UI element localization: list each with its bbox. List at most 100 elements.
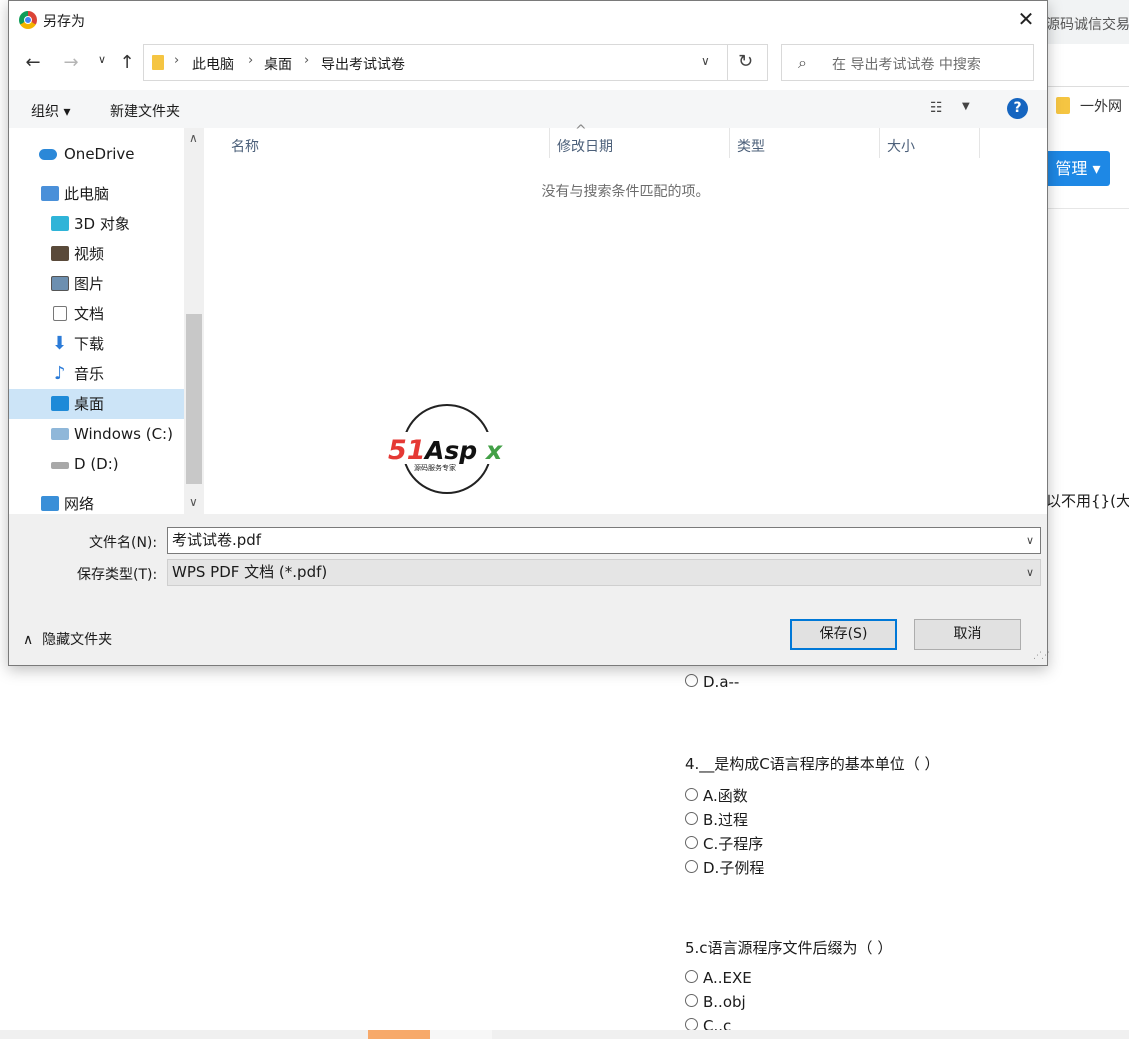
column-header-type[interactable]: 类型	[737, 136, 765, 156]
chevron-down-icon[interactable]: ∨	[1026, 528, 1034, 553]
file-type-value: WPS PDF 文档 (*.pdf)	[172, 563, 328, 581]
nav-item-documents[interactable]: 文档	[9, 299, 184, 329]
option-label: B.过程	[703, 811, 749, 829]
option-item[interactable]: B.过程	[685, 809, 748, 830]
caret-down-icon: ▾	[1092, 159, 1101, 178]
nav-item-this-pc[interactable]: 此电脑	[9, 179, 184, 209]
nav-item-drive-c[interactable]: Windows (C:)	[9, 419, 184, 449]
view-options-icon[interactable]: ☷	[930, 100, 943, 116]
file-type-label: 保存类型(T):	[77, 567, 158, 583]
cloud-icon	[39, 149, 57, 160]
save-button[interactable]: 保存(S)	[790, 619, 897, 650]
search-input[interactable]: 在 导出考试试卷 中搜索	[832, 54, 981, 74]
manage-button[interactable]: 管理 ▾	[1046, 151, 1110, 186]
chevron-right-icon[interactable]: ›	[304, 53, 309, 68]
hide-folders-toggle[interactable]: ∧ 隐藏文件夹	[23, 629, 112, 649]
nav-item-videos[interactable]: 视频	[9, 239, 184, 269]
manage-button-label: 管理	[1055, 159, 1088, 178]
column-header-date[interactable]: 修改日期	[557, 136, 613, 156]
option-item[interactable]: D.子例程	[685, 857, 764, 878]
column-header-size[interactable]: 大小	[887, 136, 915, 156]
watermark-brand: 51	[388, 435, 426, 466]
chevron-right-icon[interactable]: ›	[248, 53, 253, 68]
close-button[interactable]: ✕	[1014, 7, 1038, 31]
option-label: C.子程序	[703, 835, 764, 853]
file-name-input[interactable]: 考试试卷.pdf ∨	[167, 527, 1041, 554]
scroll-down-icon[interactable]: ∨	[189, 495, 198, 509]
radio-icon[interactable]	[685, 994, 698, 1007]
radio-icon[interactable]	[685, 812, 698, 825]
nav-item-music[interactable]: ♪ 音乐	[9, 359, 184, 389]
nav-scrollbar-thumb[interactable]	[186, 314, 202, 484]
chevron-down-icon[interactable]: ∨	[1026, 560, 1034, 585]
file-list[interactable]: ^ 名称 修改日期 类型 大小 没有与搜索条件匹配的项。	[204, 123, 1047, 514]
chevron-up-icon: ∧	[23, 632, 34, 648]
dialog-titlebar[interactable]: 另存为 ✕	[9, 1, 1047, 39]
save-as-dialog: 另存为 ✕ ← → ∨ ↑ › 此电脑 › 桌面 › 导出考试试卷 ∨ ↻ ⌕ …	[8, 0, 1050, 666]
divider	[1046, 208, 1129, 209]
search-icon: ⌕	[798, 53, 807, 72]
horizontal-scrollbar[interactable]	[0, 1030, 1129, 1039]
breadcrumb-desktop[interactable]: 桌面	[264, 54, 292, 74]
file-type-select[interactable]: WPS PDF 文档 (*.pdf) ∨	[167, 559, 1041, 586]
address-bar[interactable]: › 此电脑 › 桌面 › 导出考试试卷 ∨ ↻	[143, 44, 768, 81]
option-label: A.函数	[703, 787, 748, 805]
nav-item-desktop[interactable]: 桌面	[9, 389, 184, 419]
cancel-button[interactable]: 取消	[914, 619, 1021, 650]
nav-item-onedrive[interactable]: OneDrive	[9, 139, 184, 169]
question-text-fragment: 以不用{}(大括	[1046, 492, 1129, 510]
radio-icon[interactable]	[685, 860, 698, 873]
chevron-right-icon[interactable]: ›	[174, 53, 179, 68]
radio-icon[interactable]	[685, 674, 698, 687]
hide-folders-label: 隐藏文件夹	[42, 632, 113, 648]
watermark-tagline: 源码服务专家	[414, 463, 456, 472]
organize-menu[interactable]: 组织 ▾	[31, 101, 70, 121]
nav-item-3d-objects[interactable]: 3D 对象	[9, 209, 184, 239]
up-button[interactable]: ↑	[115, 52, 139, 73]
watermark-brand-x: x	[484, 436, 503, 465]
drive-icon	[51, 462, 69, 469]
scroll-up-icon[interactable]: ∧	[189, 131, 198, 145]
drive-icon	[51, 428, 69, 440]
radio-icon[interactable]	[685, 970, 698, 983]
option-item[interactable]: C.子程序	[685, 833, 763, 854]
chevron-down-icon[interactable]: ∨	[701, 54, 710, 68]
bookmark-bar	[1046, 44, 1129, 87]
scrollbar-segment	[430, 1030, 492, 1039]
recent-locations-button[interactable]: ∨	[90, 53, 114, 66]
new-folder-button[interactable]: 新建文件夹	[110, 101, 180, 121]
breadcrumb-export-folder[interactable]: 导出考试试卷	[321, 54, 405, 74]
watermark-brand-text: Asp	[423, 436, 477, 465]
watermark-logo: 51 Asp x 源码服务专家	[387, 402, 511, 498]
option-item[interactable]: A..EXE	[685, 969, 752, 987]
option-item[interactable]: A.函数	[685, 785, 748, 806]
column-divider[interactable]	[549, 128, 550, 158]
nav-item-downloads[interactable]: ⬇ 下载	[9, 329, 184, 359]
browser-tab-title[interactable]: 源码诚信交易	[1046, 14, 1129, 34]
column-divider[interactable]	[729, 128, 730, 158]
option-item[interactable]: D.a--	[685, 673, 739, 691]
forward-button[interactable]: →	[59, 52, 83, 73]
back-button[interactable]: ←	[21, 52, 45, 73]
option-item[interactable]: B..obj	[685, 993, 746, 1011]
navigation-pane: OneDrive 此电脑 3D 对象 视频 图片 文档 ⬇ 下载 ♪ 音乐 桌面 W…	[9, 128, 204, 514]
question-title: 4.__是构成C语言程序的基本单位（ ）	[685, 755, 940, 773]
nav-item-pictures[interactable]: 图片	[9, 269, 184, 299]
breadcrumb-this-pc[interactable]: 此电脑	[192, 54, 234, 74]
bookmark-item[interactable]: 一外网	[1056, 96, 1122, 116]
caret-down-icon[interactable]: ▼	[962, 101, 970, 112]
search-box[interactable]: ⌕ 在 导出考试试卷 中搜索	[781, 44, 1034, 81]
column-divider[interactable]	[979, 128, 980, 158]
column-divider[interactable]	[879, 128, 880, 158]
refresh-button[interactable]: ↻	[738, 51, 753, 72]
column-header-name[interactable]: 名称	[231, 136, 259, 156]
help-icon[interactable]: ?	[1007, 98, 1028, 119]
radio-icon[interactable]	[685, 836, 698, 849]
network-icon	[41, 496, 59, 511]
option-label: B..obj	[703, 993, 746, 1011]
resize-grip-icon[interactable]: ⋰⋰	[1033, 651, 1050, 661]
close-icon: ✕	[1017, 7, 1035, 31]
dialog-title: 另存为	[43, 14, 85, 30]
radio-icon[interactable]	[685, 788, 698, 801]
nav-item-drive-d[interactable]: D (D:)	[9, 449, 184, 479]
